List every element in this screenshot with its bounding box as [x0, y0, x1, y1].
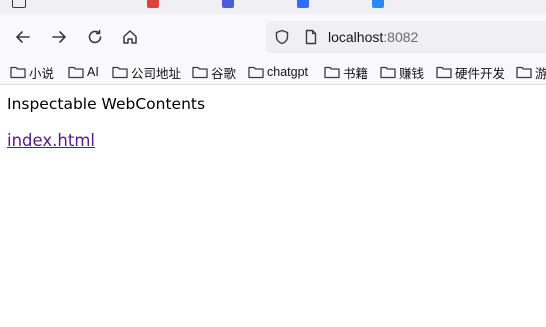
home-button[interactable]	[118, 25, 142, 49]
reload-button[interactable]	[83, 25, 107, 49]
arrow-left-icon	[16, 31, 30, 43]
forward-button[interactable]	[47, 25, 71, 49]
address-bar[interactable]: localhost:8082	[266, 21, 546, 53]
bookmark-folder[interactable]: 公司地址	[112, 63, 181, 81]
bookmark-folder[interactable]: AI	[68, 63, 99, 81]
page-heading: Inspectable WebContents	[7, 95, 206, 113]
browser-window: localhost:8082 小说 AI 公司地址 谷歌 chatgpt 书籍	[0, 0, 546, 327]
tab-favicon-icon[interactable]	[222, 0, 234, 8]
page-info-icon[interactable]	[303, 29, 319, 45]
folder-icon	[324, 66, 340, 79]
bookmark-label: AI	[87, 65, 99, 79]
bookmark-folder[interactable]: chatgpt	[248, 63, 308, 81]
index-link[interactable]: index.html	[7, 131, 95, 150]
folder-icon	[248, 66, 264, 79]
bookmarks-toolbar: 小说 AI 公司地址 谷歌 chatgpt 书籍 赚钱 硬件开发	[0, 60, 546, 85]
arrow-right-icon	[52, 31, 66, 43]
bookmark-label: 游	[535, 63, 546, 82]
bookmark-folder[interactable]: 硬件开发	[436, 63, 505, 81]
navigation-toolbar: localhost:8082	[0, 14, 546, 60]
tab-favicon-icon[interactable]	[147, 0, 159, 8]
bookmark-label: 硬件开发	[455, 66, 506, 81]
folder-icon	[436, 66, 452, 79]
url-text[interactable]: localhost:8082	[328, 28, 418, 46]
bookmark-folder[interactable]: 小说	[10, 63, 54, 81]
bookmark-label: 书籍	[343, 66, 369, 81]
folder-icon	[192, 66, 208, 79]
bookmark-folder[interactable]: 书籍	[324, 63, 368, 81]
reload-icon	[88, 29, 102, 44]
tab-strip	[0, 0, 546, 14]
url-port: :8082	[383, 29, 419, 45]
tab-favicon-icon[interactable]	[297, 0, 309, 8]
folder-icon	[112, 66, 128, 79]
page-content: Inspectable WebContents index.html	[0, 85, 546, 327]
home-icon	[123, 30, 137, 44]
tab-favicon-icon[interactable]	[372, 0, 384, 8]
folder-icon	[516, 66, 532, 79]
bookmark-label: 小说	[29, 66, 55, 81]
folder-icon	[380, 66, 396, 79]
bookmark-label: 赚钱	[399, 66, 425, 81]
folder-icon	[10, 66, 26, 79]
tab-favicon-icon[interactable]	[12, 0, 26, 8]
bookmark-label: 谷歌	[211, 66, 237, 81]
bookmark-folder[interactable]: 谷歌	[192, 63, 236, 81]
bookmark-folder[interactable]: 赚钱	[380, 63, 424, 81]
url-host: localhost	[328, 29, 384, 45]
bookmark-folder[interactable]: 游	[516, 63, 546, 81]
bookmark-label: chatgpt	[267, 65, 309, 79]
back-button[interactable]	[11, 25, 35, 49]
bookmark-label: 公司地址	[131, 66, 182, 81]
folder-icon	[68, 66, 84, 79]
shield-icon[interactable]	[274, 29, 290, 45]
